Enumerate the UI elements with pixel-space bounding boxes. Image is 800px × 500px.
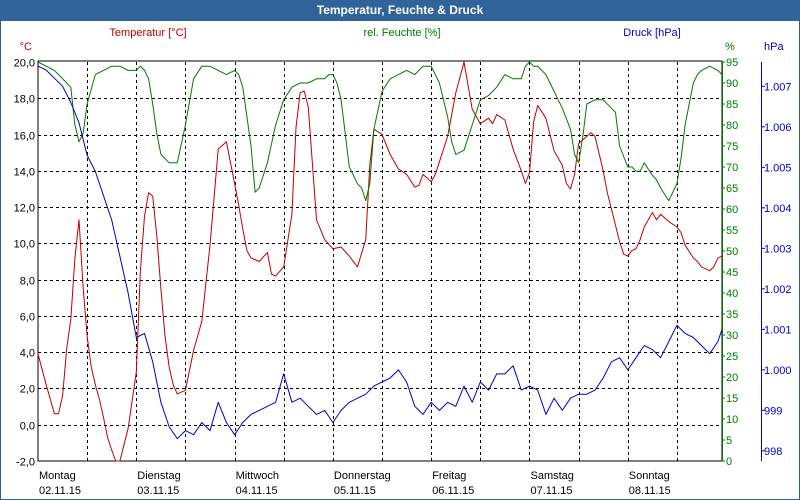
x-tick-date-label: 02.11.15 [39, 485, 81, 497]
y-tick-label-pressure: 1.000 [764, 365, 792, 377]
y-tick-label-humidity: 40 [726, 288, 738, 300]
y-tick-label-humidity: 45 [726, 267, 738, 279]
plot-frame [37, 60, 723, 462]
y-tick-label-pressure: 1.001 [764, 324, 792, 336]
y-tick-label-pressure: 1.006 [764, 122, 792, 134]
y-tick-label-pressure: 1.004 [764, 203, 792, 215]
x-tick-date-label: 05.11.15 [334, 485, 376, 497]
humidity-line [37, 61, 723, 202]
y-tick-label-humidity: 70 [726, 162, 738, 174]
y-tick-label-humidity: 55 [726, 225, 738, 237]
y-tick-label-pressure: 999 [764, 405, 782, 417]
y-tick-label-humidity: 10 [726, 414, 738, 426]
y-tick-label-humidity: 20 [726, 372, 738, 384]
y-tick-label-pressure: 1.005 [764, 162, 792, 174]
y-tick-label-humidity: 15 [726, 393, 738, 405]
y-tick-label-pressure: 998 [764, 446, 782, 458]
x-tick-day-label: Sonntag [629, 470, 670, 482]
y-tick-label-humidity: 80 [726, 120, 738, 132]
y-tick-label-temp: 8,0 [20, 276, 35, 288]
y-tick-label-temp: 14,0 [14, 167, 35, 179]
y-tick-label-humidity: 25 [726, 351, 738, 363]
y-tick-label-pressure: 1.007 [764, 81, 792, 93]
x-tick-date-label: 06.11.15 [432, 485, 474, 497]
chart-canvas: 20,0 18,0 16,0 14,0 12,0 10,0 8,0 6,0 4,0 2,0 0,0 -… [14, 27, 792, 497]
y-tick-label-humidity: 50 [726, 246, 738, 258]
y-tick-label-temp: -2,0 [16, 457, 35, 469]
temperature-axis-title: Temperatur [°C] [109, 27, 186, 39]
temperature-line [37, 61, 723, 462]
x-tick-day-label: Samstag [530, 470, 573, 482]
y-tick-label-temp: 2,0 [20, 384, 35, 396]
y-tick-label-humidity: 85 [726, 99, 738, 111]
y-tick-label-temp: 0,0 [20, 421, 35, 433]
y-tick-label-humidity: 95 [726, 57, 738, 69]
temperature-unit-label: °C [20, 41, 32, 53]
y-tick-label-humidity: 35 [726, 309, 738, 321]
pressure-axis-title: Druck [hPa] [623, 27, 680, 39]
x-tick-day-label: Freitag [432, 470, 466, 482]
x-tick-date-label: 07.11.15 [530, 485, 572, 497]
y-tick-label-humidity: 65 [726, 183, 738, 195]
y-tick-label-temp: 16,0 [14, 131, 35, 143]
y-tick-label-humidity: 90 [726, 78, 738, 90]
x-tick-day-label: Dienstag [137, 470, 180, 482]
humidity-unit-label: % [725, 41, 735, 53]
x-tick-date-label: 03.11.15 [137, 485, 179, 497]
pressure-unit-label: hPa [764, 41, 784, 53]
pressure-line [37, 65, 723, 440]
y-tick-label-humidity: 60 [726, 204, 738, 216]
humidity-axis-title: rel. Feuchte [%] [363, 27, 440, 39]
x-tick-date-label: 08.11.15 [629, 485, 671, 497]
y-tick-label-pressure: 1.003 [764, 243, 792, 255]
y-tick-label-humidity: 75 [726, 141, 738, 153]
x-tick-day-label: Donnerstag [334, 470, 391, 482]
y-tick-label-temp: 4,0 [20, 348, 35, 360]
x-tick-day-label: Mittwoch [236, 470, 279, 482]
y-tick-label-temp: 10,0 [14, 239, 35, 251]
y-tick-label-temp: 6,0 [20, 312, 35, 324]
y-tick-label-humidity: 0 [726, 456, 732, 468]
y-tick-label-temp: 20,0 [14, 58, 35, 70]
y-tick-label-pressure: 1.002 [764, 284, 792, 296]
y-tick-label-humidity: 5 [726, 435, 732, 447]
y-tick-label-humidity: 30 [726, 330, 738, 342]
y-tick-label-temp: 12,0 [14, 203, 35, 215]
y-tick-label-temp: 18,0 [14, 94, 35, 106]
x-tick-day-label: Montag [39, 470, 76, 482]
x-tick-date-label: 04.11.15 [236, 485, 278, 497]
